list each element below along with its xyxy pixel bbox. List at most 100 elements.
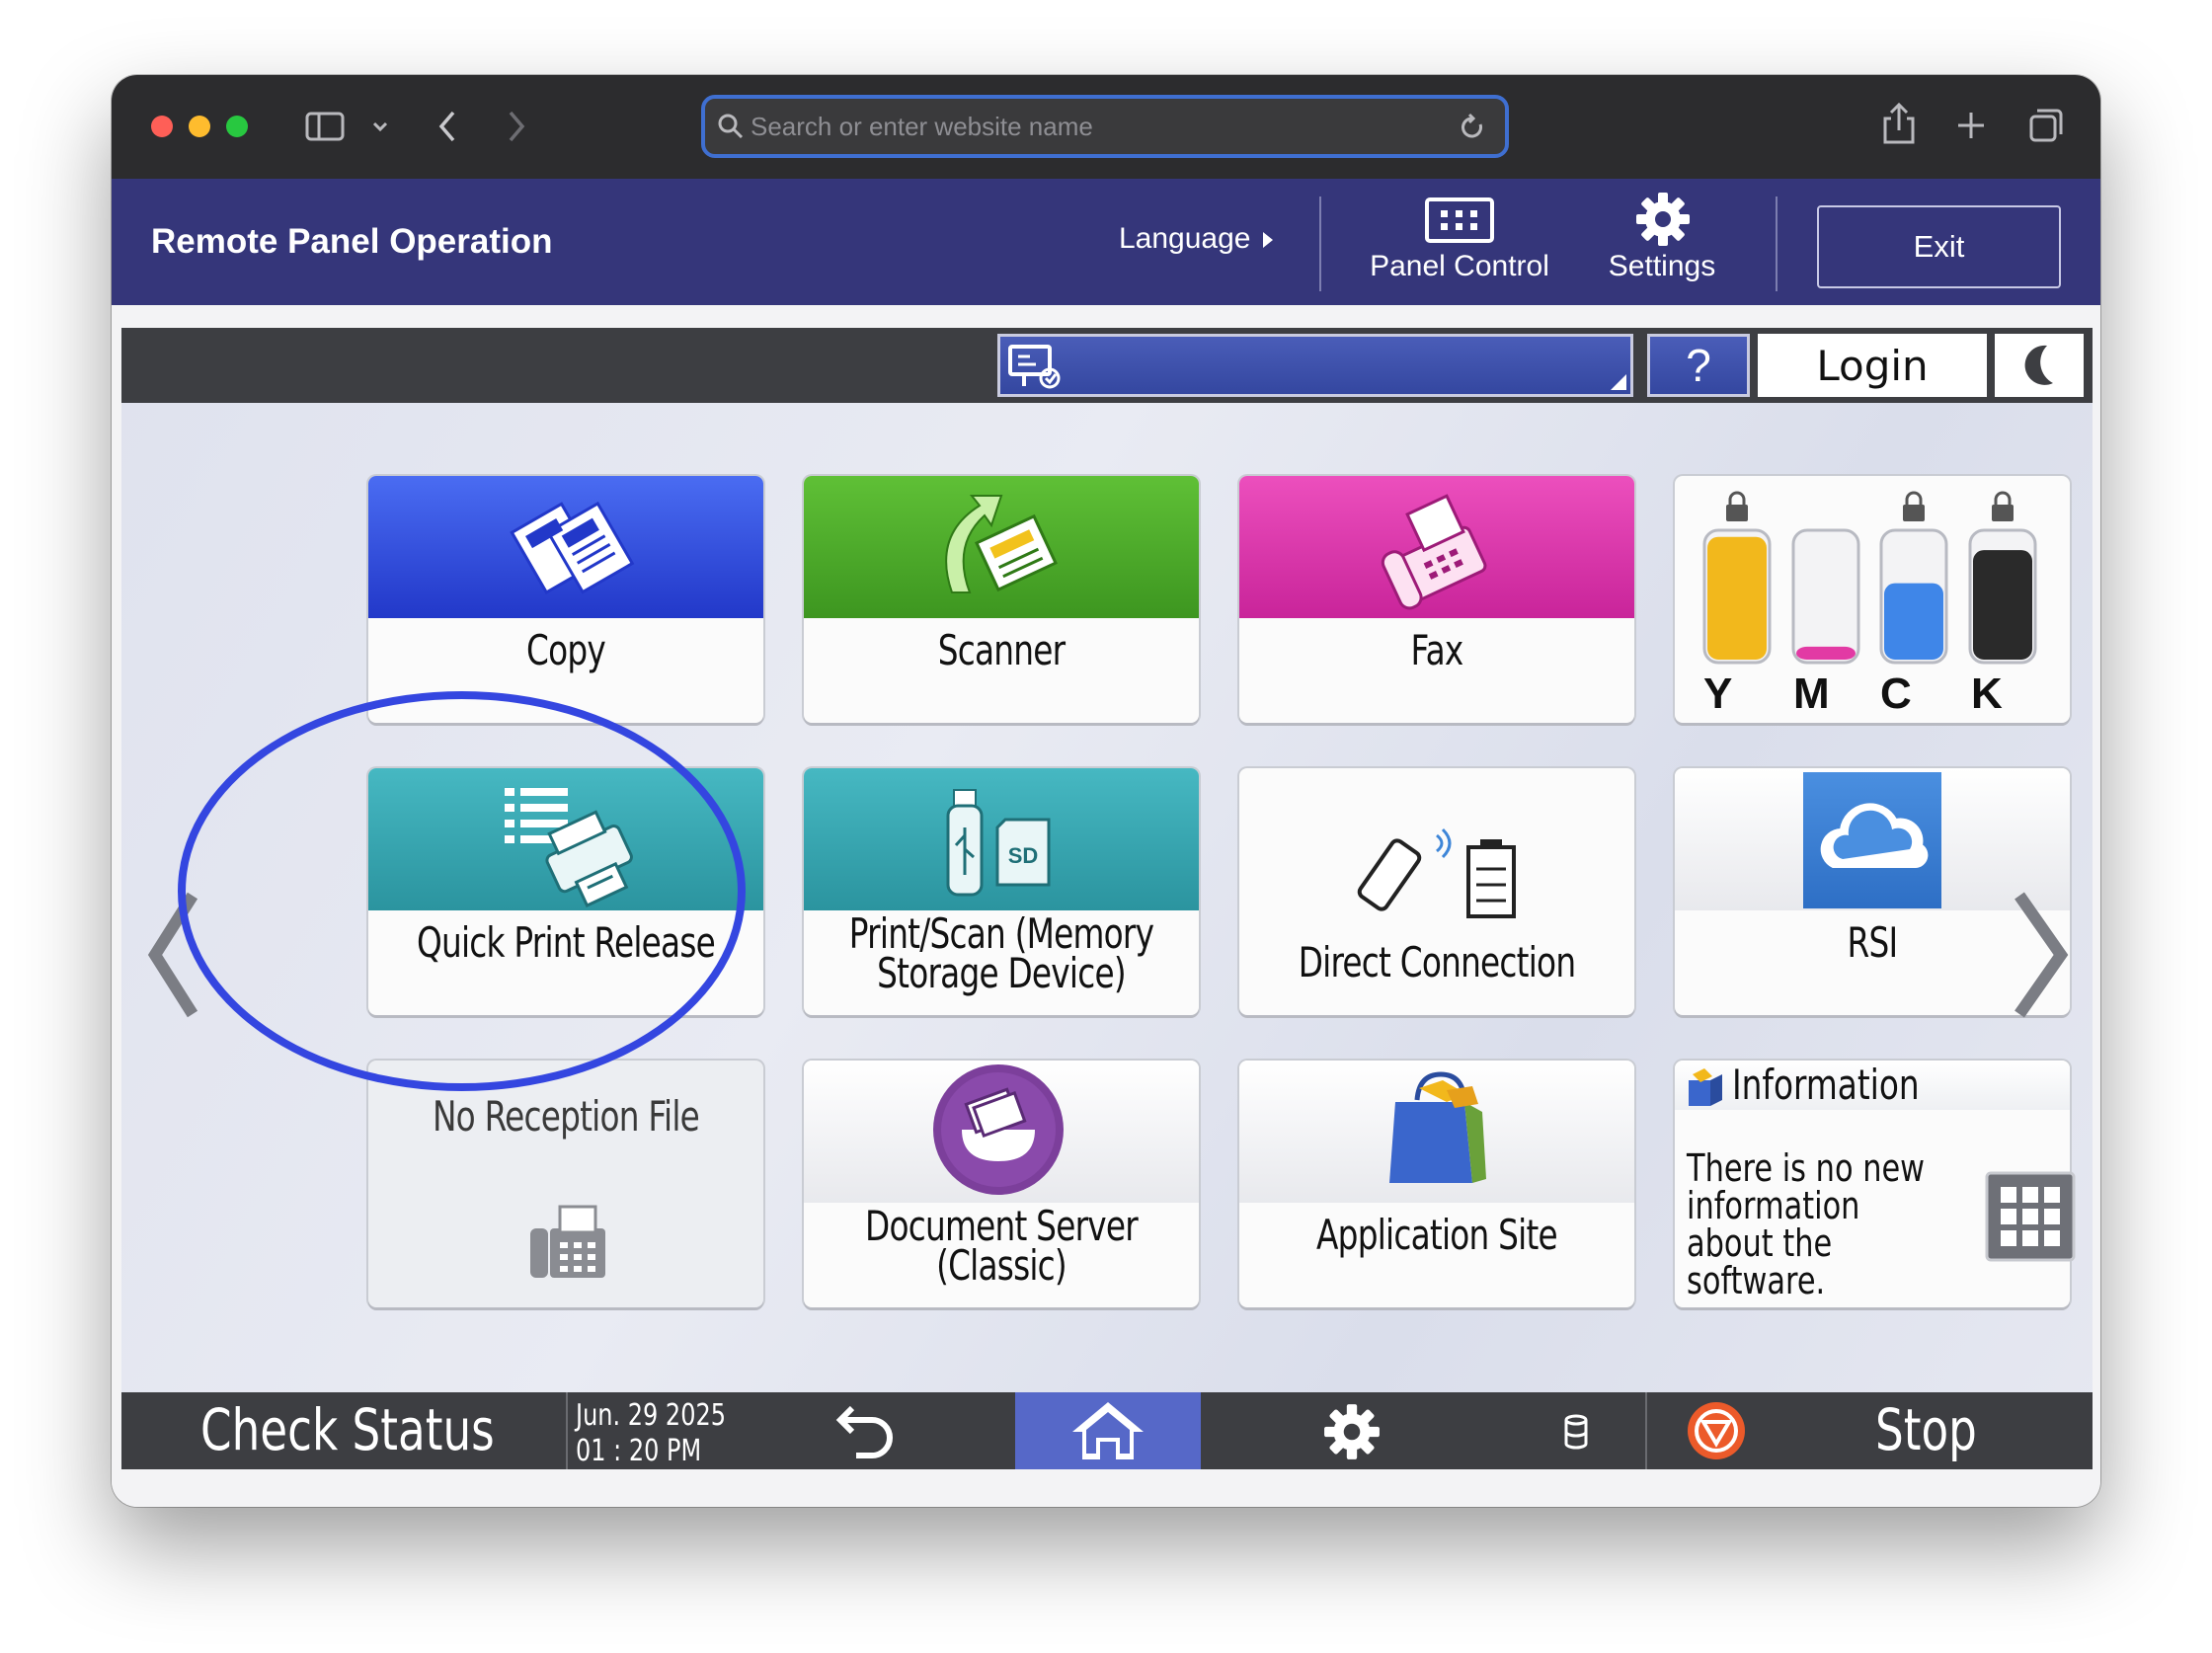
search-icon [718, 114, 744, 139]
app-header: Remote Panel Operation Language Panel Co… [112, 179, 2100, 305]
moon-icon [2024, 345, 2053, 385]
date-time: Jun. 29 2025 01 : 20 PM [576, 1398, 726, 1469]
header-divider [1776, 197, 1778, 291]
scanner-label: Scanner [937, 626, 1066, 674]
reload-icon[interactable] [1458, 113, 1487, 142]
panel-control-label: Panel Control [1370, 250, 1549, 282]
page-title: Remote Panel Operation [151, 222, 553, 261]
settings-label: Settings [1608, 250, 1716, 282]
document-server-label-line2: (Classic) [936, 1241, 1067, 1290]
application-site-tile[interactable]: Application Site [1239, 1061, 1634, 1307]
keyboard-icon [1425, 197, 1494, 243]
gear-icon [1636, 193, 1690, 246]
address-input[interactable] [750, 99, 1442, 154]
phone-printer-icon [1357, 827, 1516, 918]
info-box-icon [1689, 1068, 1722, 1106]
corner-expand-icon [1611, 374, 1626, 390]
copy-tile[interactable]: Copy [368, 476, 763, 723]
home-icon [1072, 1402, 1144, 1459]
login-button[interactable]: Login [1758, 334, 1987, 397]
toner-letter-yellow: Y [1703, 669, 1733, 718]
scanner-icon [945, 495, 1058, 593]
status-divider [1645, 1392, 1647, 1469]
new-tab-icon[interactable] [1954, 109, 1988, 142]
direct-connection-label: Direct Connection [1298, 938, 1576, 986]
date-text: Jun. 29 2025 [576, 1398, 727, 1433]
check-status-button[interactable]: Check Status [200, 1396, 495, 1463]
back-arrow-icon[interactable] [823, 1406, 898, 1459]
energy-saver-button[interactable] [1995, 334, 2084, 397]
no-reception-label: No Reception File [432, 1092, 700, 1141]
copy-label: Copy [526, 626, 606, 674]
status-divider [566, 1392, 568, 1469]
data-storage-icon [1564, 1414, 1588, 1450]
minimize-window-button[interactable] [189, 116, 210, 137]
exit-button[interactable]: Exit [1817, 205, 2061, 288]
fax-icon [1381, 494, 1487, 610]
chevron-down-icon[interactable] [370, 117, 390, 136]
toner-yellow-gauge [1702, 528, 1772, 665]
previous-page-arrow[interactable] [143, 886, 202, 1024]
device-panel: ? Login Copy Scanner Fax Y M C K Quick P… [121, 328, 2093, 1468]
zoom-window-button[interactable] [226, 116, 248, 137]
monitor-status-icon [1008, 345, 1061, 389]
toner-letter-cyan: C [1880, 669, 1912, 718]
toner-magenta-gauge [1791, 528, 1860, 665]
app-list-grid-icon[interactable] [1985, 1171, 2076, 1262]
tab-overview-icon[interactable] [2027, 107, 2065, 144]
fax-machine-icon [530, 1205, 605, 1278]
close-window-button[interactable] [151, 116, 173, 137]
information-title: Information [1732, 1061, 1920, 1109]
quick-print-icon [505, 788, 633, 907]
print-scan-label-line2: Storage Device) [877, 949, 1126, 997]
toner-levels-tile[interactable]: Y M C K [1675, 476, 2070, 723]
toner-black-gauge [1968, 528, 2037, 665]
fax-label: Fax [1410, 626, 1464, 674]
quick-print-label: Quick Print Release [416, 918, 716, 967]
system-status-button[interactable] [997, 334, 1633, 397]
panel-top-bar: ? Login [121, 328, 2093, 403]
back-icon[interactable] [435, 109, 459, 144]
lock-icon [1903, 491, 1925, 521]
share-icon[interactable] [1881, 101, 1917, 146]
print-scan-memory-tile[interactable]: SD Print/Scan (Memory Storage Device) [804, 768, 1199, 1015]
print-scan-label: Print/Scan (Memory Storage Device) [847, 909, 1155, 997]
rsi-label: RSI [1847, 918, 1899, 967]
print-scan-label-line1: Print/Scan (Memory [848, 909, 1154, 958]
lock-icon [1726, 491, 1748, 521]
svg-text:SD: SD [1008, 843, 1039, 868]
fax-tile[interactable]: Fax [1239, 476, 1634, 723]
stop-button[interactable]: Stop [1875, 1396, 1977, 1463]
document-server-icon [933, 1064, 1064, 1195]
caret-right-icon [1262, 232, 1273, 248]
document-server-label: Document Server (Classic) [847, 1202, 1155, 1290]
toner-cyan-gauge [1879, 528, 1948, 665]
lock-icon [1992, 491, 2014, 521]
panel-control-button[interactable]: Panel Control [1361, 193, 1558, 291]
no-reception-file-tile: No Reception File [368, 1061, 763, 1307]
toner-letter-magenta: M [1793, 669, 1830, 718]
help-button[interactable]: ? [1647, 334, 1750, 397]
settings-button[interactable]: Settings [1593, 191, 1731, 289]
information-text: There is no new information about the so… [1687, 1146, 1926, 1302]
toner-letter-black: K [1971, 669, 2003, 718]
direct-connection-tile[interactable]: Direct Connection [1239, 768, 1634, 1015]
document-server-tile[interactable]: Document Server (Classic) [804, 1061, 1199, 1307]
scanner-tile[interactable]: Scanner [804, 476, 1199, 723]
document-server-label-line1: Document Server [865, 1202, 1139, 1250]
copy-icon [510, 501, 635, 595]
language-menu[interactable]: Language [1119, 222, 1273, 262]
next-page-arrow[interactable] [2006, 886, 2075, 1024]
usb-sd-icon: SD [946, 789, 1051, 897]
toner-levels-gauge [1702, 491, 2037, 665]
window-bottom [112, 1469, 2100, 1507]
time-text: 01 : 20 PM [576, 1434, 702, 1468]
stop-icon[interactable] [1686, 1400, 1747, 1461]
forward-icon[interactable] [505, 109, 528, 144]
home-button[interactable] [1015, 1392, 1201, 1469]
quick-print-release-tile[interactable]: Quick Print Release [368, 768, 763, 1015]
settings-gear-icon[interactable] [1322, 1402, 1382, 1461]
browser-toolbar [112, 75, 2100, 179]
address-bar[interactable] [701, 95, 1509, 158]
sidebar-icon[interactable] [305, 111, 345, 142]
